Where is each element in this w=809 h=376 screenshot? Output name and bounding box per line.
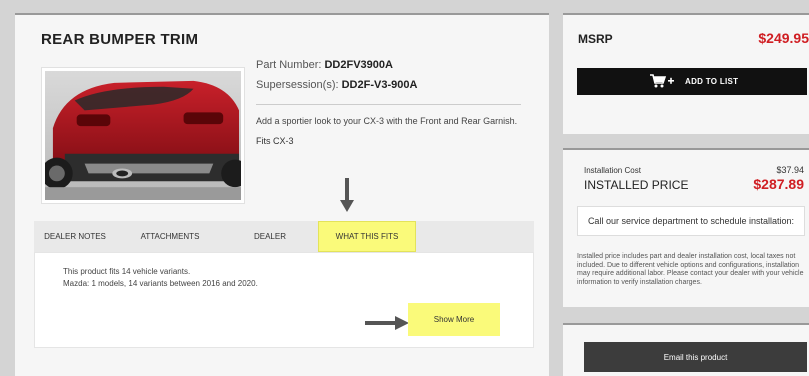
part-number-value: DD2FV3900A	[324, 59, 393, 71]
product-image	[41, 67, 245, 204]
installation-note: Installed price includes part and dealer…	[577, 253, 804, 286]
msrp-label: MSRP	[578, 32, 613, 46]
part-number: Part Number: DD2FV3900A	[256, 59, 393, 71]
fitment-summary: This product fits 14 vehicle variants.	[63, 267, 191, 276]
supersession-value: DD2F-V3-900A	[341, 79, 418, 91]
installation-cost-label: Installation Cost	[584, 166, 641, 175]
product-title: REAR BUMPER TRIM	[41, 31, 199, 48]
arrow-right-icon	[365, 316, 409, 330]
add-to-list-button[interactable]: ADD TO LIST	[577, 68, 807, 95]
msrp-card: MSRP $249.95 ADD TO LIST	[563, 13, 809, 134]
car-rear-image	[45, 71, 241, 200]
email-product-button[interactable]: Email this product	[584, 342, 807, 372]
cart-plus-icon	[650, 74, 674, 88]
tab-what-this-fits[interactable]: WHAT THIS FITS	[318, 221, 416, 252]
fits-model: Fits CX-3	[256, 136, 294, 146]
email-card: Email this product	[563, 323, 809, 376]
product-description: Add a sportier look to your CX-3 with th…	[256, 116, 518, 126]
installed-price-label: INSTALLED PRICE	[584, 178, 689, 192]
tab-dealer[interactable]: DEALER	[234, 221, 306, 252]
arrow-down-icon	[340, 178, 354, 212]
msrp-value: $249.95	[758, 30, 809, 46]
divider	[256, 104, 521, 105]
fitment-detail: Mazda: 1 models, 14 variants between 201…	[63, 279, 258, 288]
add-to-list-label: ADD TO LIST	[685, 77, 739, 86]
tab-dealer-notes[interactable]: DEALER NOTES	[34, 221, 116, 252]
tab-bar: DEALER NOTES ATTACHMENTS DEALER WHAT THI…	[34, 221, 534, 252]
part-number-label: Part Number:	[256, 59, 322, 71]
supersession-label: Supersession(s):	[256, 79, 339, 91]
installed-price-value: $287.89	[753, 176, 804, 192]
show-more-button[interactable]: Show More	[408, 303, 500, 336]
installation-cost-value: $37.94	[776, 165, 804, 175]
supersession: Supersession(s): DD2F-V3-900A	[256, 79, 417, 91]
installation-card: Installation Cost $37.94 INSTALLED PRICE…	[563, 148, 809, 307]
tab-attachments[interactable]: ATTACHMENTS	[120, 221, 220, 252]
schedule-installation-text: Call our service department to schedule …	[577, 206, 805, 236]
